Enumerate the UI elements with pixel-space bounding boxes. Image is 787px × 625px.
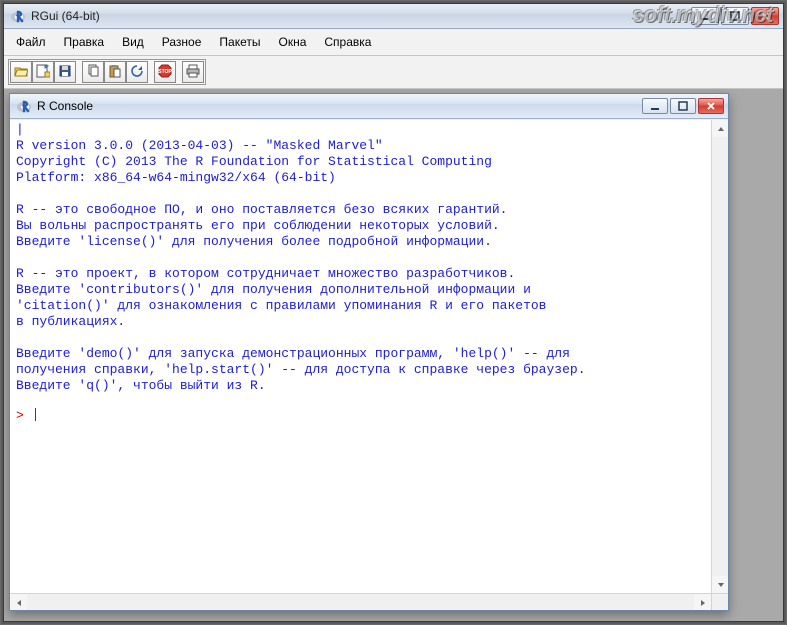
menu-file[interactable]: Файл [8,32,54,52]
refresh-icon [130,64,144,81]
scroll-track[interactable] [712,137,728,576]
stop-button[interactable]: STOP [154,61,176,83]
scroll-track[interactable] [27,594,694,610]
console-titlebar[interactable]: R Console [10,94,728,119]
open-button[interactable] [10,61,32,83]
scroll-right-button[interactable] [694,594,711,610]
r-logo-icon [16,98,32,114]
load-workspace-icon [36,64,50,81]
toolbar-group: STOP [8,59,206,85]
scrollbar-corner [711,593,728,610]
minimize-button[interactable] [691,7,719,25]
menu-misc[interactable]: Разное [154,32,210,52]
mdi-client-area: R Console | R version 3.0.0 (2013-04-03)… [4,89,783,621]
vertical-scrollbar[interactable] [711,120,728,593]
scroll-up-button[interactable] [712,120,728,137]
menu-windows[interactable]: Окна [271,32,315,52]
copy-button[interactable] [82,61,104,83]
load-workspace-button[interactable] [32,61,54,83]
r-logo-icon [10,8,26,24]
main-window-title: RGui (64-bit) [31,9,100,23]
toolbar: STOP [4,56,783,89]
console-minimize-button[interactable] [642,98,668,114]
close-button[interactable] [751,7,779,25]
save-icon [58,64,72,81]
console-body[interactable]: | R version 3.0.0 (2013-04-03) -- "Maske… [10,119,728,610]
save-button[interactable] [54,61,76,83]
copy-icon [86,64,100,81]
scroll-left-button[interactable] [10,594,27,610]
stop-icon: STOP [158,64,172,81]
print-icon [186,64,200,81]
main-titlebar[interactable]: RGui (64-bit) [4,4,783,29]
menu-packages[interactable]: Пакеты [211,32,268,52]
menu-help[interactable]: Справка [316,32,379,52]
menu-edit[interactable]: Правка [56,32,113,52]
svg-text:STOP: STOP [158,69,172,75]
refresh-button[interactable] [126,61,148,83]
open-icon [14,64,28,81]
scroll-down-button[interactable] [712,576,728,593]
paste-icon [108,64,122,81]
console-window-controls [642,98,724,114]
console-prompt-line[interactable]: > [10,408,728,424]
print-button[interactable] [182,61,204,83]
console-close-button[interactable] [698,98,724,114]
menu-view[interactable]: Вид [114,32,152,52]
console-maximize-button[interactable] [670,98,696,114]
main-window: RGui (64-bit) Файл Правка Вид Разное Пак… [3,3,784,622]
menubar: Файл Правка Вид Разное Пакеты Окна Справ… [4,29,783,56]
horizontal-scrollbar[interactable] [10,593,711,610]
console-output[interactable]: | R version 3.0.0 (2013-04-03) -- "Maske… [10,120,728,394]
main-window-controls [691,7,779,25]
maximize-button[interactable] [721,7,749,25]
paste-button[interactable] [104,61,126,83]
cursor-icon [35,408,36,421]
console-prompt: > [16,408,32,423]
console-window-title: R Console [37,99,93,113]
console-window: R Console | R version 3.0.0 (2013-04-03)… [9,93,729,611]
